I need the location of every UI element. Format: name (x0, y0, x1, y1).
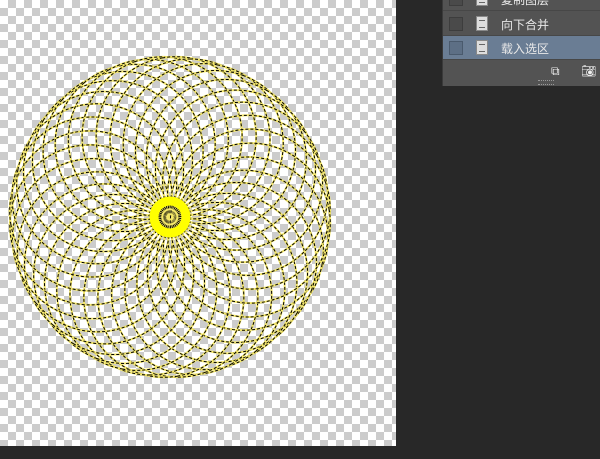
spirograph-selection (8, 55, 332, 379)
camera-icon[interactable]: 📷︎ (581, 64, 596, 78)
history-item-selected[interactable]: 载入选区 (443, 36, 600, 60)
history-item[interactable]: 复制图层 (443, 0, 600, 11)
snapshot-source-checkbox[interactable] (449, 17, 463, 31)
history-item-label: 复制图层 (501, 0, 550, 7)
history-toolbar: ⧉ 📷︎ (443, 62, 600, 80)
history-state-icon (476, 0, 488, 6)
history-state-icon (476, 16, 488, 31)
history-item-label: 载入选区 (501, 42, 550, 56)
history-panel: 复制图层 向下合并 载入选区 ⧉ 📷︎ (442, 0, 600, 86)
history-state-icon (476, 40, 488, 55)
history-item[interactable]: 向下合并 (443, 12, 600, 36)
history-item-label: 向下合并 (501, 18, 550, 32)
panel-resize-grip[interactable] (538, 80, 554, 85)
document-canvas[interactable] (0, 0, 396, 446)
snapshot-source-checkbox[interactable] (449, 41, 463, 55)
snapshot-source-checkbox[interactable] (449, 0, 463, 6)
new-document-from-state-icon[interactable]: ⧉ (551, 64, 560, 79)
